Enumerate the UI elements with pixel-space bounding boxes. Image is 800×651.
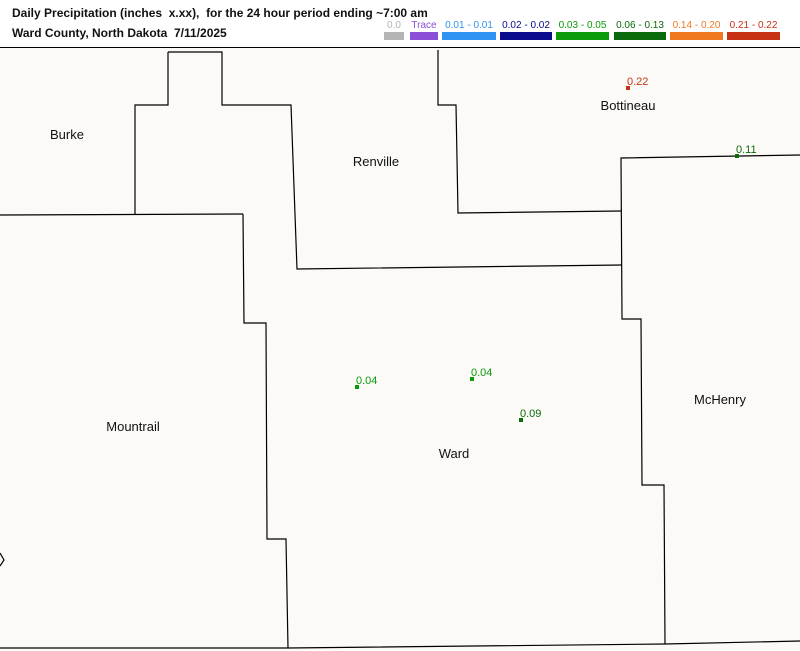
county-label-bottineau: Bottineau (601, 98, 656, 113)
legend-label: 0.21 - 0.22 (729, 20, 778, 31)
station-value: 0.09 (520, 408, 541, 420)
legend-item: 0.01 - 0.01 (442, 20, 496, 40)
legend-swatch (500, 32, 552, 40)
legend-item: 0.14 - 0.20 (670, 20, 723, 40)
legend-swatch (442, 32, 496, 40)
legend-label: 0.14 - 0.20 (672, 20, 721, 31)
southern-boundary (0, 640, 800, 649)
station-marker: 0.09 (519, 408, 541, 422)
legend-item: Trace (410, 20, 438, 40)
legend-item: 0.0 (384, 20, 404, 40)
map-title: Daily Precipitation (inches x.xx), for t… (12, 6, 428, 20)
map-header: Daily Precipitation (inches x.xx), for t… (0, 0, 800, 47)
station-marker: 0.22 (626, 76, 648, 90)
legend-swatch (670, 32, 723, 40)
station-marker: 0.04 (470, 367, 492, 381)
left-edge-notch (0, 552, 5, 567)
legend-swatch (614, 32, 666, 40)
legend-item: 0.21 - 0.22 (727, 20, 780, 40)
legend-label: 0.0 (387, 20, 401, 31)
county-label-renville: Renville (353, 154, 399, 169)
station-marker: 0.04 (355, 375, 377, 389)
legend-swatch (410, 32, 438, 40)
county-label-mchenry: McHenry (694, 392, 747, 407)
station-value: 0.11 (736, 144, 757, 156)
county-label-burke: Burke (50, 127, 84, 142)
station-markers: 0.22 0.11 0.04 0.04 0.09 (355, 76, 757, 422)
legend-swatch (727, 32, 780, 40)
county-map-svg: Burke Renville Bottineau Mountrail Ward McHen… (0, 50, 800, 649)
legend-item: 0.06 - 0.13 (614, 20, 666, 40)
station-marker: 0.11 (735, 144, 757, 158)
map-subtitle: Ward County, North Dakota 7/11/2025 (12, 26, 227, 40)
legend-swatch (384, 32, 404, 40)
legend-label: Trace (411, 20, 437, 31)
legend-swatch (556, 32, 609, 40)
legend-item: 0.02 - 0.02 (500, 20, 552, 40)
legend-label: 0.02 - 0.02 (502, 20, 550, 31)
county-label-mountrail: Mountrail (106, 419, 160, 434)
renville-bottineau-boundary (437, 50, 622, 214)
legend-label: 0.06 - 0.13 (616, 20, 664, 31)
county-boundaries (0, 50, 800, 649)
county-map: Burke Renville Bottineau Mountrail Ward McHen… (0, 47, 800, 650)
legend-item: 0.03 - 0.05 (556, 20, 609, 40)
legend-label: 0.01 - 0.01 (445, 20, 493, 31)
mountrail-ward-boundary (242, 213, 289, 649)
station-value: 0.04 (471, 367, 492, 379)
legend-label: 0.03 - 0.05 (558, 20, 607, 31)
county-label-ward: Ward (439, 446, 470, 461)
burke-mountrail-boundary (0, 213, 244, 216)
station-value: 0.22 (627, 76, 648, 88)
station-value: 0.04 (356, 375, 377, 387)
